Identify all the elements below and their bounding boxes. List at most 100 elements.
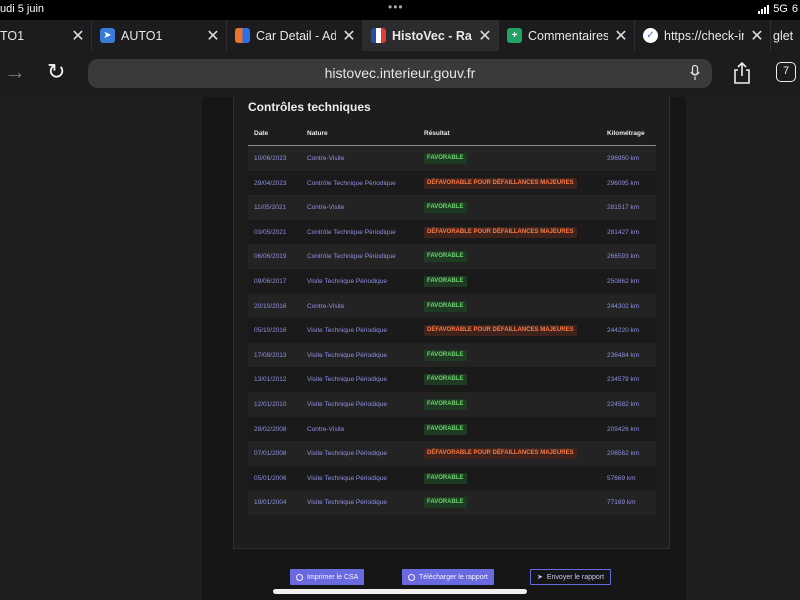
cell-date: 06/06/2019	[254, 253, 287, 261]
cell-km: 224582 km	[607, 400, 640, 408]
result-badge: DÉFAVORABLE POUR DÉFAILLANCES MAJEURES	[424, 177, 577, 189]
table-row: 05/01/2006 Visite Technique Périodique 576…	[248, 465, 656, 491]
cell-km: 296950 km	[607, 155, 640, 162]
tab-check-in[interactable]: ✓ https://check-in ✕	[635, 20, 771, 51]
table-row: 28/02/2008 Contre-Visite 209426 km FAVORABL…	[248, 416, 656, 442]
cell-date: 05/10/2016	[254, 327, 287, 335]
cell-date: 07/01/2008	[254, 450, 287, 458]
cell-nature: Contre-Visite	[307, 155, 345, 162]
sheets-icon: +	[507, 28, 522, 43]
result-badge: FAVORABLE	[424, 251, 467, 263]
cell-km: 77169 km	[607, 499, 636, 507]
result-badge: DÉFAVORABLE POUR DÉFAILLANCES MAJEURES	[424, 226, 577, 238]
table-row: 20/10/2016 Contre-Visite 244302 km FAVORABL…	[248, 293, 656, 319]
cell-nature: Contre-Visite	[307, 204, 345, 212]
send-icon: ➤	[537, 574, 543, 581]
table-row: 29/04/2023 Contrôle Technique Périodique 2…	[248, 170, 656, 196]
tab-commentaires[interactable]: + Commentaires ✕	[499, 20, 635, 51]
table-row: 03/05/2021 Contrôle Technique Périodique 2…	[248, 219, 656, 245]
send-report-label: Envoyer le rapport	[546, 573, 605, 581]
tab-overview-button[interactable]: 7	[776, 62, 796, 82]
cell-km: 57669 km	[607, 474, 636, 482]
table-header: Date Nature Résultat Kilométrage	[248, 121, 656, 146]
result-badge: FAVORABLE	[424, 300, 467, 312]
address-bar[interactable]: histovec.interieur.gouv.fr	[88, 59, 712, 88]
column-header-result: Résultat	[424, 130, 450, 137]
cell-date: 28/02/2008	[254, 425, 287, 433]
reload-icon[interactable]: ↻	[47, 60, 65, 84]
inspections-table: Date Nature Résultat Kilométrage 10/06/2…	[248, 121, 656, 515]
tab-bar: TO1 ✕ ➤ AUTO1 ✕ Car Detail - Adv ✕ Histo…	[0, 20, 800, 51]
cell-km: 244220 km	[607, 327, 640, 335]
signal-icon	[758, 4, 770, 14]
cell-km: 281427 km	[607, 228, 640, 236]
cell-nature: Visite Technique Périodique	[307, 376, 387, 384]
auto1-icon: ➤	[100, 28, 115, 43]
tab-title: AUTO1	[121, 28, 163, 43]
result-badge: FAVORABLE	[424, 349, 467, 361]
url-text: histovec.interieur.gouv.fr	[324, 65, 476, 81]
tab-title: glet	[773, 28, 794, 43]
cell-nature: Visite Technique Périodique	[307, 474, 387, 482]
cell-date: 09/06/2017	[254, 277, 287, 285]
tab-auto1[interactable]: ➤ AUTO1 ✕	[92, 20, 227, 51]
table-row: 05/10/2016 Visite Technique Périodique 244…	[248, 318, 656, 343]
share-icon[interactable]	[732, 61, 752, 85]
network-label: 5G	[773, 3, 788, 15]
cell-nature: Visite Technique Périodique	[307, 327, 387, 335]
download-report-label: Télécharger le rapport	[419, 573, 488, 581]
download-report-button[interactable]: Télécharger le rapport	[402, 569, 494, 585]
microphone-icon[interactable]	[690, 65, 700, 81]
table-row: 09/06/2017 Visite Technique Périodique 250…	[248, 268, 656, 294]
close-icon[interactable]: ✕	[336, 26, 362, 46]
cell-km: 206562 km	[607, 450, 640, 458]
close-icon[interactable]: ✕	[200, 26, 226, 46]
tab-car-detail[interactable]: Car Detail - Adv ✕	[227, 20, 363, 51]
result-badge: FAVORABLE	[424, 472, 467, 484]
section-title: Contrôles techniques	[248, 100, 371, 114]
cell-nature: Contrôle Technique Périodique	[307, 179, 396, 187]
column-header-km: Kilométrage	[607, 130, 645, 137]
tab-partial-right[interactable]: glet	[771, 20, 800, 51]
cell-nature: Visite Technique Périodique	[307, 400, 387, 408]
result-badge: DÉFAVORABLE POUR DÉFAILLANCES MAJEURES	[424, 325, 577, 337]
column-header-nature: Nature	[307, 130, 328, 137]
table-body: 10/06/2023 Contre-Visite 296950 km FAVORABL…	[248, 146, 656, 515]
cell-nature: Contre-Visite	[307, 302, 345, 310]
result-badge: FAVORABLE	[424, 497, 467, 509]
cell-date: 19/01/2004	[254, 499, 287, 507]
cell-date: 29/04/2023	[254, 179, 287, 187]
result-badge: FAVORABLE	[424, 275, 467, 287]
table-row: 10/06/2023 Contre-Visite 296950 km FAVORABL…	[248, 146, 656, 171]
cell-km: 236484 km	[607, 351, 640, 359]
cell-date: 10/06/2023	[254, 155, 287, 162]
status-indicators: 5G 6	[758, 3, 798, 15]
table-row: 13/01/2012 Visite Technique Périodique 234…	[248, 367, 656, 392]
tab-title: Commentaires	[528, 28, 608, 43]
cell-nature: Visite Technique Périodique	[307, 499, 387, 507]
cell-nature: Contre-Visite	[307, 425, 345, 433]
cell-km: 281517 km	[607, 204, 640, 212]
send-report-button[interactable]: ➤ Envoyer le rapport	[530, 569, 612, 585]
tab-auto1-partial[interactable]: TO1 ✕	[0, 20, 92, 51]
tab-histovec[interactable]: HistoVec - Rapp ✕	[363, 20, 499, 51]
close-icon[interactable]: ✕	[65, 26, 91, 46]
close-icon[interactable]: ✕	[608, 26, 634, 46]
battery-label: 6	[791, 3, 798, 15]
cell-nature: Contrôle Technique Périodique	[307, 253, 396, 261]
forward-arrow-icon[interactable]: →	[4, 60, 26, 84]
result-badge: FAVORABLE	[424, 374, 467, 386]
status-time: udi 5 juin	[0, 3, 45, 15]
close-icon[interactable]: ✕	[472, 26, 498, 46]
print-csa-button[interactable]: Imprimer le CSA	[290, 569, 365, 585]
column-header-date: Date	[254, 130, 269, 137]
multitasking-dots-icon[interactable]: •••	[388, 0, 404, 14]
cell-date: 03/05/2021	[254, 228, 287, 236]
cell-date: 13/01/2012	[254, 376, 287, 384]
cell-km: 250862 km	[607, 277, 640, 285]
home-indicator[interactable]	[273, 589, 527, 594]
close-icon[interactable]: ✕	[744, 26, 770, 46]
browser-toolbar: → ↻ histovec.interieur.gouv.fr 7	[0, 51, 800, 97]
result-badge: FAVORABLE	[424, 423, 467, 435]
status-bar: udi 5 juin ••• 5G 6	[0, 0, 800, 18]
